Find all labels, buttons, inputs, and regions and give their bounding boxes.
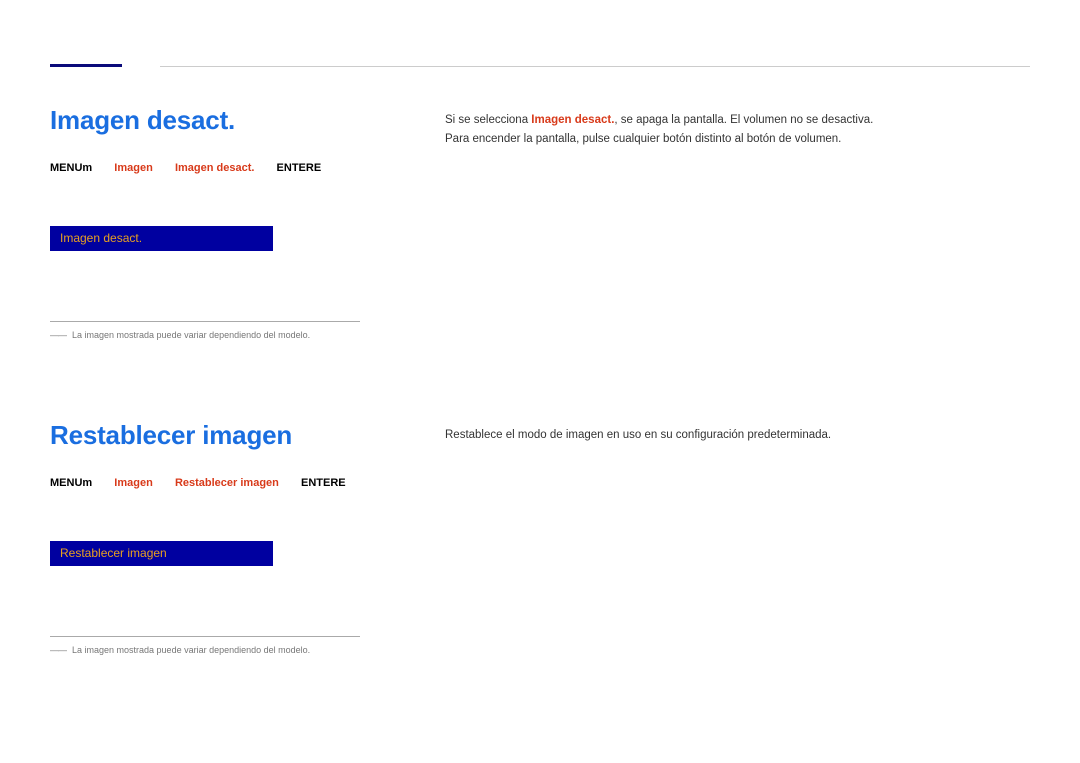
menu-item-label: Imagen desact. bbox=[60, 231, 142, 245]
bc-imagen: Imagen bbox=[114, 162, 153, 174]
header-accent-bar bbox=[50, 64, 122, 67]
bc-enter: ENTER bbox=[277, 162, 314, 174]
header-divider bbox=[160, 66, 1030, 67]
section2-description: Restablece el modo de imagen en uso en s… bbox=[445, 420, 1030, 445]
footnote-dash: ―― bbox=[50, 330, 66, 340]
section-imagen-desact: Imagen desact. MENUm Imagen Imagen desac… bbox=[50, 105, 1030, 340]
bc2-m: m bbox=[82, 477, 92, 489]
desc2: Restablece el modo de imagen en uso en s… bbox=[445, 426, 1030, 445]
footnote-text-2: La imagen mostrada puede variar dependie… bbox=[72, 645, 310, 655]
bc2-enter: ENTER bbox=[301, 477, 338, 489]
section1-description: Si se selecciona Imagen desact., se apag… bbox=[445, 105, 1030, 149]
heading-imagen-desact: Imagen desact. bbox=[50, 105, 420, 136]
bc2-menu: MENU bbox=[50, 477, 82, 489]
bc-menu: MENU bbox=[50, 162, 82, 174]
desc1b: , se apaga la pantalla. El volumen no se… bbox=[614, 114, 873, 126]
menu-preview-restablecer: Restablecer imagen bbox=[50, 541, 273, 566]
menu-item-label-2: Restablecer imagen bbox=[60, 546, 167, 560]
footnote-text: La imagen mostrada puede variar dependie… bbox=[72, 330, 310, 340]
breadcrumb-1: MENUm Imagen Imagen desact. ENTERE bbox=[50, 162, 420, 174]
footnote-dash-2: ―― bbox=[50, 645, 66, 655]
desc1a: Si se selecciona bbox=[445, 114, 531, 126]
breadcrumb-2: MENUm Imagen Restablecer imagen ENTERE bbox=[50, 477, 420, 489]
desc-line-2: Para encender la pantalla, pulse cualqui… bbox=[445, 130, 1030, 149]
footnote-2: ―― La imagen mostrada puede variar depend… bbox=[50, 636, 360, 655]
bc2-e: E bbox=[338, 477, 345, 489]
bc2-imagen: Imagen bbox=[114, 477, 153, 489]
bc-imagen-desact: Imagen desact. bbox=[175, 162, 254, 174]
bc-e: E bbox=[314, 162, 321, 174]
menu-preview-imagen-desact: Imagen desact. bbox=[50, 226, 273, 251]
section2-left-column: Restablecer imagen MENUm Imagen Restable… bbox=[50, 420, 420, 655]
section1-left-column: Imagen desact. MENUm Imagen Imagen desac… bbox=[50, 105, 420, 340]
section-restablecer-imagen: Restablecer imagen MENUm Imagen Restable… bbox=[50, 420, 1030, 655]
bc-m: m bbox=[82, 162, 92, 174]
heading-restablecer-imagen: Restablecer imagen bbox=[50, 420, 420, 451]
footnote-1: ―― La imagen mostrada puede variar depend… bbox=[50, 321, 360, 340]
desc-line-1: Si se selecciona Imagen desact., se apag… bbox=[445, 111, 1030, 130]
desc1hl: Imagen desact. bbox=[531, 114, 614, 126]
bc2-restablecer: Restablecer imagen bbox=[175, 477, 279, 489]
